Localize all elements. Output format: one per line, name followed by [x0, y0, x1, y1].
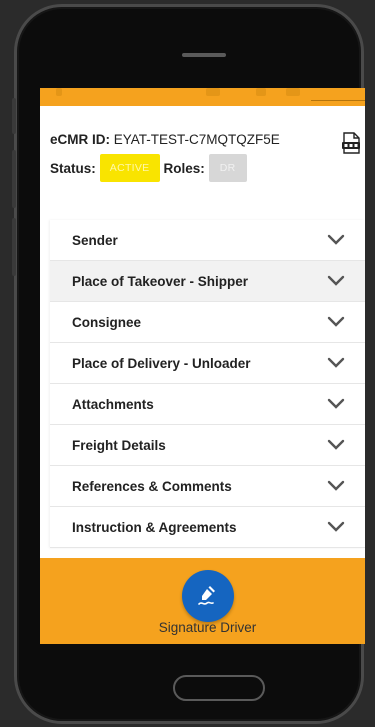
- header-divider: [311, 100, 365, 101]
- chevron-down-icon: [327, 357, 345, 368]
- signature-driver-button[interactable]: [182, 570, 234, 622]
- signature-footer: Signature Driver: [40, 558, 365, 644]
- signature-driver-label: Signature Driver: [158, 620, 257, 635]
- section-instruction-agreements[interactable]: Instruction & Agreements: [50, 507, 365, 548]
- section-consignee[interactable]: Consignee: [50, 302, 365, 343]
- section-label: Instruction & Agreements: [72, 519, 237, 535]
- ecmr-id: eCMR ID: EYAT-TEST-C7MQTQZF5E: [50, 130, 350, 150]
- phone-speaker: [182, 53, 226, 57]
- section-sender[interactable]: Sender: [50, 220, 365, 261]
- section-label: Freight Details: [72, 437, 166, 453]
- chevron-down-icon: [327, 480, 345, 491]
- chevron-down-icon: [327, 234, 345, 245]
- phone-side-button: [12, 218, 16, 276]
- pdf-icon[interactable]: [341, 132, 361, 154]
- status-row: Status: ACTIVE Roles: DR: [50, 154, 350, 182]
- app-screen: eCMR ID: EYAT-TEST-C7MQTQZF5E Status: AC…: [40, 88, 365, 644]
- section-label: Place of Takeover - Shipper: [72, 273, 249, 289]
- phone-side-button: [12, 150, 16, 208]
- section-label: References & Comments: [72, 478, 232, 494]
- document-info: eCMR ID: EYAT-TEST-C7MQTQZF5E Status: AC…: [50, 130, 350, 182]
- chevron-down-icon: [327, 439, 345, 450]
- header-icon[interactable]: [206, 88, 220, 96]
- section-freight-details[interactable]: Freight Details: [50, 425, 365, 466]
- ecmr-id-label: eCMR ID:: [50, 132, 110, 147]
- signature-pen-icon: [198, 586, 215, 605]
- section-place-of-delivery[interactable]: Place of Delivery - Unloader: [50, 343, 365, 384]
- ecmr-id-value: EYAT-TEST-C7MQTQZF5E: [113, 132, 280, 147]
- header-icon[interactable]: [286, 88, 300, 96]
- section-label: Sender: [72, 232, 118, 248]
- status-label: Status:: [50, 160, 96, 176]
- chevron-down-icon: [327, 398, 345, 409]
- section-place-of-takeover[interactable]: Place of Takeover - Shipper: [50, 261, 365, 302]
- section-attachments[interactable]: Attachments: [50, 384, 365, 425]
- role-badge: DR: [208, 154, 247, 182]
- roles-label: Roles:: [163, 160, 205, 176]
- chevron-down-icon: [327, 521, 345, 532]
- chevron-down-icon: [327, 275, 345, 286]
- app-header-bar: [40, 88, 365, 106]
- header-icon[interactable]: [256, 88, 266, 96]
- section-references-comments[interactable]: References & Comments: [50, 466, 365, 507]
- phone-side-button: [12, 98, 16, 134]
- phone-home-button[interactable]: [173, 675, 265, 701]
- status-badge: ACTIVE: [99, 154, 160, 182]
- section-label: Place of Delivery - Unloader: [72, 355, 251, 371]
- menu-icon[interactable]: [56, 88, 62, 96]
- section-label: Consignee: [72, 314, 142, 330]
- section-list: Sender Place of Takeover - Shipper Consi…: [50, 220, 365, 548]
- chevron-down-icon: [327, 316, 345, 327]
- section-label: Attachments: [72, 396, 154, 412]
